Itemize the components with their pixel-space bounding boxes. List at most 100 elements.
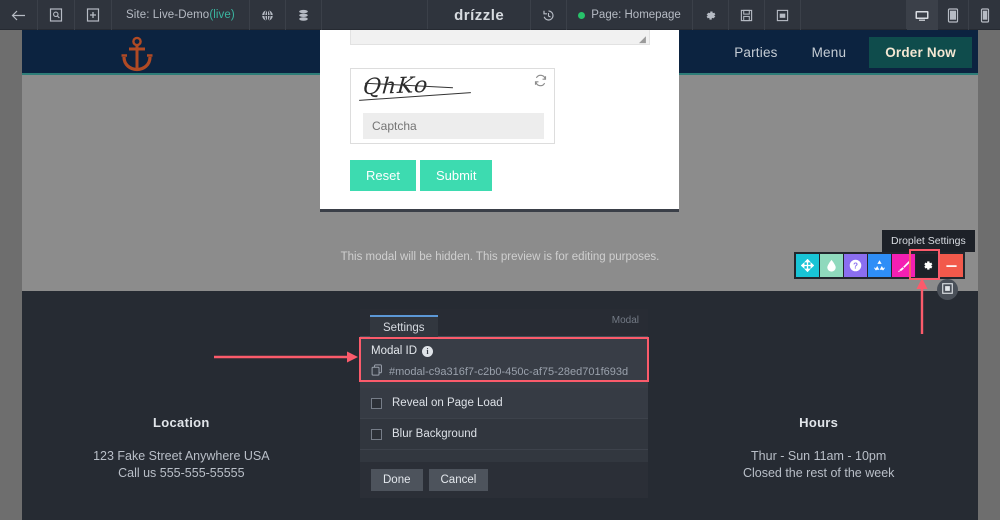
message-textarea[interactable]: ◢	[350, 30, 650, 45]
modal-id-field: Modal ID i #modal-c9a316f7-c2b0-450c-af7…	[360, 337, 648, 388]
database-button[interactable]	[286, 0, 322, 30]
modal-id-value[interactable]: #modal-c9a316f7-c2b0-450c-af75-28ed701f6…	[389, 366, 628, 378]
topbar-spacer-right	[801, 0, 907, 29]
tablet-view-icon	[947, 7, 959, 23]
cancel-button[interactable]: Cancel	[428, 469, 489, 491]
recycle-icon	[873, 259, 886, 272]
blur-background-checkbox[interactable]	[371, 428, 382, 440]
info-column-hours: Hours Thur - Sun 11am - 10pm Closed the …	[659, 415, 978, 482]
window-icon	[776, 9, 789, 22]
gear-icon	[921, 259, 934, 272]
svg-text:?: ?	[853, 262, 858, 271]
move-arrows-icon	[801, 259, 814, 272]
back-button[interactable]	[0, 0, 38, 30]
settings-panel-footer: Done Cancel	[360, 462, 648, 498]
info-icon[interactable]: i	[422, 345, 434, 357]
location-line-2: Call us 555-555-55555	[118, 466, 245, 480]
panel-context-label: Modal	[611, 315, 639, 326]
add-page-button[interactable]	[75, 0, 112, 30]
window-button[interactable]	[765, 0, 801, 30]
mobile-view-button[interactable]	[969, 0, 1000, 30]
save-button[interactable]	[729, 0, 765, 30]
current-page-label[interactable]: Page: Homepage	[567, 0, 693, 30]
reveal-on-page-load-checkbox[interactable]	[371, 397, 382, 409]
copy-icon[interactable]	[371, 364, 383, 379]
anchor-logo-icon[interactable]	[118, 35, 156, 78]
database-icon	[297, 9, 310, 22]
form-actions: Reset Submit	[350, 160, 493, 191]
editor-topbar: Site: Live-Demo (live) drízzle Page: Hom…	[0, 0, 1000, 30]
nav-item-parties[interactable]: Parties	[717, 30, 794, 75]
refresh-icon[interactable]	[534, 74, 547, 92]
annotation-arrow-to-modal-id	[212, 350, 360, 369]
blur-background-row[interactable]: Blur Background	[360, 419, 648, 450]
help-droplet-button[interactable]: ?	[844, 254, 867, 277]
captcha-input[interactable]	[363, 113, 544, 139]
site-live-status: (live)	[209, 9, 235, 21]
reveal-on-page-load-label: Reveal on Page Load	[392, 397, 503, 409]
page-label-text: Page: Homepage	[591, 9, 681, 21]
modal-id-label: Modal ID	[371, 345, 418, 357]
page-settings-button[interactable]	[693, 0, 729, 30]
textarea-resize-grip[interactable]: ◢	[639, 35, 647, 44]
desktop-view-button[interactable]	[907, 0, 938, 30]
site-name-text: Site: Live-Demo	[126, 9, 210, 21]
history-icon	[542, 9, 555, 22]
reset-button[interactable]: Reset	[350, 160, 416, 191]
panel-toggle-button[interactable]	[937, 279, 958, 300]
minus-icon	[945, 264, 958, 268]
topbar-spacer-left	[322, 0, 429, 29]
droplet-settings-button[interactable]	[916, 254, 939, 277]
domain-button[interactable]	[250, 0, 286, 30]
location-title: Location	[153, 415, 210, 430]
location-line-1: 123 Fake Street Anywhere USA	[93, 449, 270, 463]
modal-id-value-row: #modal-c9a316f7-c2b0-450c-af75-28ed701f6…	[371, 364, 637, 379]
tab-settings[interactable]: Settings	[370, 315, 438, 340]
remove-droplet-button[interactable]	[940, 254, 963, 277]
hours-line-1: Thur - Sun 11am - 10pm	[751, 449, 887, 463]
page-preview-icon	[49, 8, 63, 22]
blur-background-label: Blur Background	[392, 428, 478, 440]
preview-page-button[interactable]	[38, 0, 75, 30]
style-droplet-button[interactable]	[892, 254, 915, 277]
info-column-location: Location 123 Fake Street Anywhere USA Ca…	[22, 415, 341, 482]
tablet-view-button[interactable]	[938, 0, 969, 30]
settings-tabbar: Settings Modal	[360, 309, 648, 340]
nav-item-menu[interactable]: Menu	[795, 30, 864, 75]
site-navigation: Parties Menu Order Now	[717, 30, 972, 75]
mobile-view-icon	[980, 7, 990, 23]
done-button[interactable]: Done	[371, 469, 423, 491]
editor-canvas: Parties Menu Order Now This modal will b…	[0, 30, 1000, 520]
save-icon	[740, 9, 753, 22]
history-button[interactable]	[531, 0, 568, 30]
annotation-arrow-to-gear	[915, 276, 929, 341]
gear-icon	[704, 9, 717, 22]
desktop-view-icon	[914, 9, 930, 22]
droplet-icon	[826, 259, 837, 272]
paintbrush-icon	[897, 259, 911, 273]
submit-button[interactable]: Submit	[419, 160, 493, 191]
back-arrow-icon	[11, 10, 26, 21]
droplet-settings-panel: Settings Modal Modal ID i #modal-c9a316f…	[360, 309, 648, 498]
globe-icon	[261, 9, 274, 22]
reveal-on-page-load-row[interactable]: Reveal on Page Load	[360, 388, 648, 419]
droplet-button[interactable]	[820, 254, 843, 277]
app-logo: drízzle	[428, 0, 532, 30]
hours-title: Hours	[799, 415, 839, 430]
captcha-image: QhKo	[351, 69, 554, 111]
app-root: Site: Live-Demo (live) drízzle Page: Hom…	[0, 0, 1000, 520]
page-status-dot	[578, 11, 586, 19]
hours-line-2: Closed the rest of the week	[742, 466, 895, 480]
droplet-toolbar: ?	[794, 252, 965, 279]
droplet-settings-tooltip: Droplet Settings	[882, 230, 975, 257]
site-name-label[interactable]: Site: Live-Demo (live)	[112, 0, 250, 30]
modal-id-label-row: Modal ID i	[371, 345, 637, 357]
order-now-button[interactable]: Order Now	[869, 37, 972, 68]
add-page-icon	[86, 8, 100, 22]
panel-toggle-icon	[942, 281, 953, 299]
question-circle-icon: ?	[849, 259, 862, 272]
modal-form-preview: ◢ QhKo Reset Submit	[320, 30, 679, 212]
captcha-widget: QhKo	[350, 68, 555, 144]
recycle-droplet-button[interactable]	[868, 254, 891, 277]
move-droplet-button[interactable]	[796, 254, 819, 277]
